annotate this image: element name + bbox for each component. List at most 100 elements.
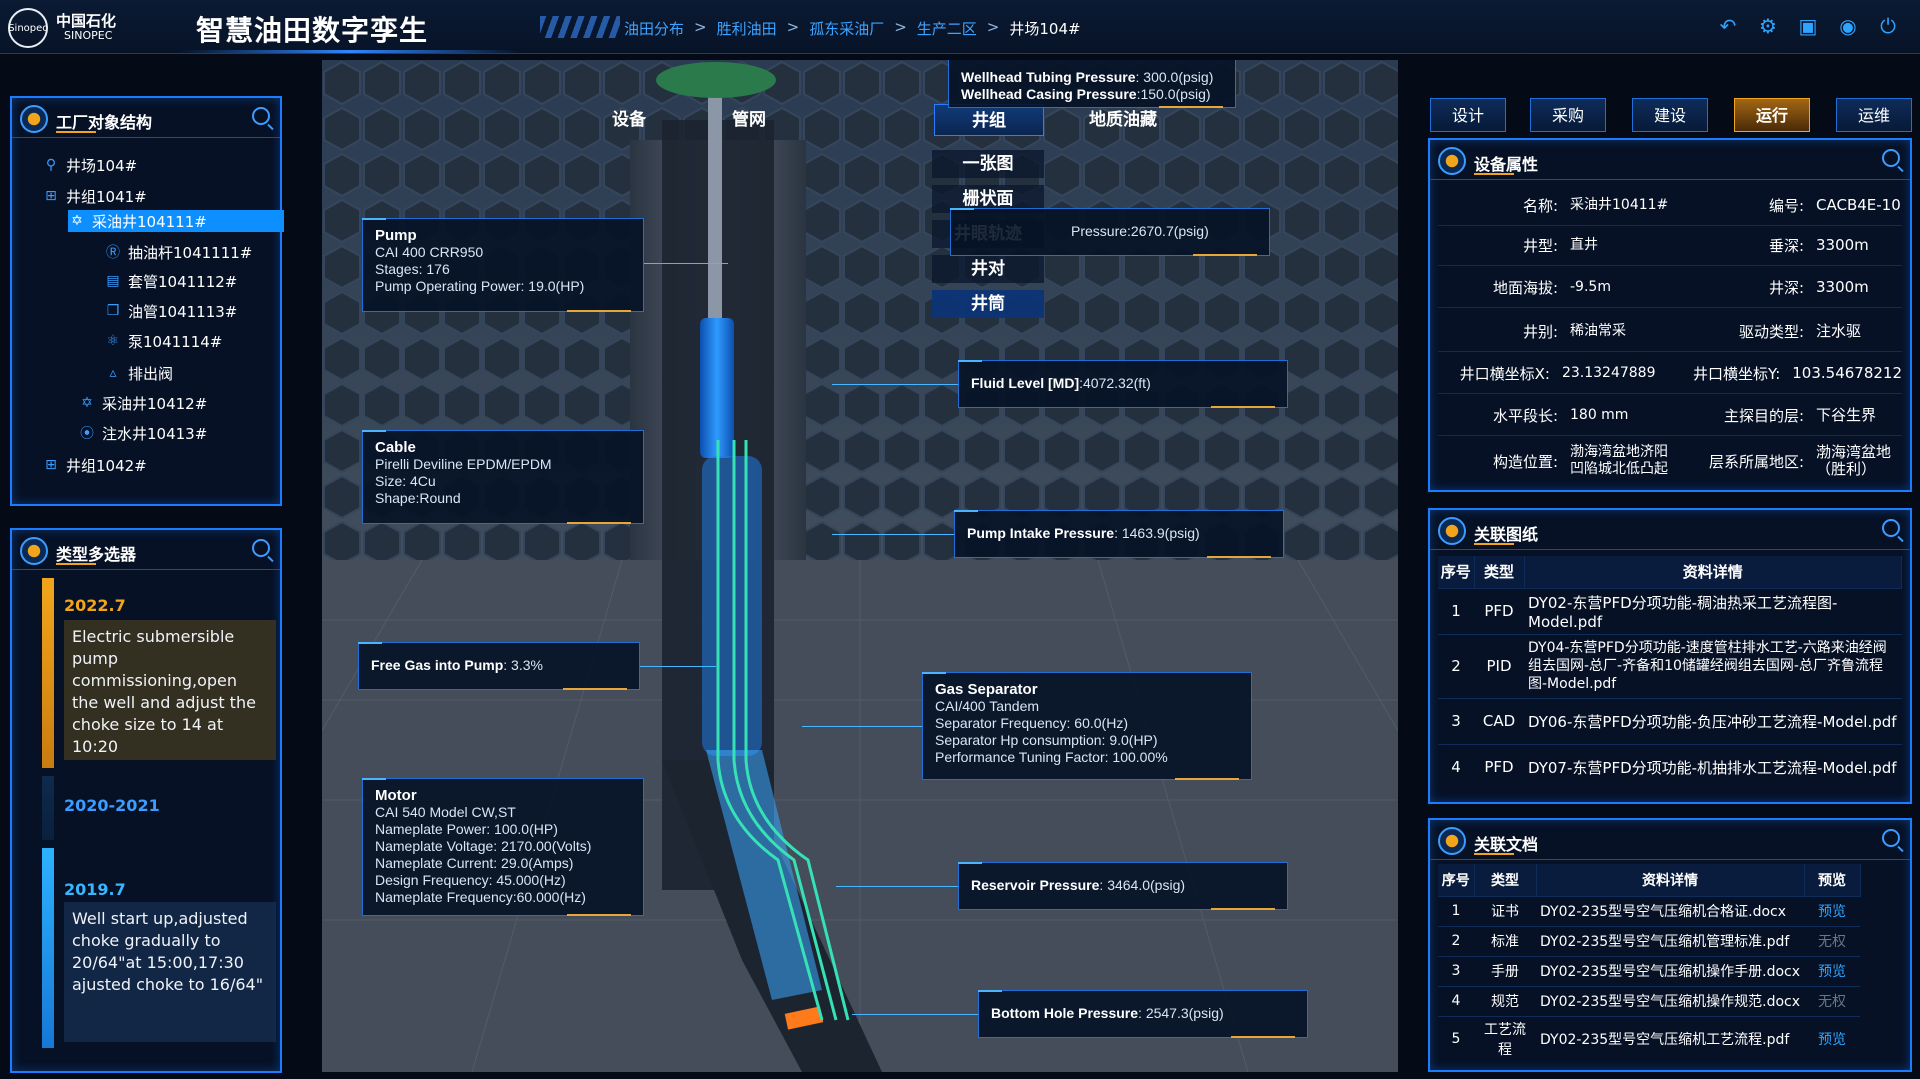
tab-operation[interactable]: 运行	[1734, 98, 1810, 132]
tab-pipeline[interactable]: 管网	[694, 104, 804, 136]
tab-design[interactable]: 设计	[1430, 98, 1506, 132]
callout-bottom-hole-pressure[interactable]: Bottom Hole Pressure: 2547.3(psig)	[978, 990, 1308, 1038]
callout-free-gas[interactable]: Free Gas into Pump: 3.3%	[358, 642, 640, 690]
back-arrow-icon[interactable]: ↶	[1716, 14, 1740, 38]
table-header-row: 序号 类型 资料详情	[1438, 556, 1902, 588]
tree-item-well[interactable]: ✡ 采油井10412#	[78, 392, 207, 414]
table-row[interactable]: 4 规范 DY02-235型号空气压缩机操作规范.docx 无权	[1438, 985, 1861, 1016]
tree-item-site[interactable]: ⚲ 井场104#	[42, 154, 137, 176]
breadcrumb-item[interactable]: 孤东采油厂	[809, 18, 884, 39]
cell-type: PFD	[1474, 743, 1524, 790]
cell-detail[interactable]: DY07-东营PFD分项功能-机抽排水工艺流程-Model.pdf	[1524, 743, 1902, 790]
tree-item-valve[interactable]: ▵ 排出阀	[104, 362, 173, 384]
value: : 3464.0(psig)	[1099, 877, 1186, 893]
title-accent	[56, 131, 96, 133]
timeline-event-card[interactable]: Well start up,adjusted choke gradually t…	[64, 902, 276, 1042]
logo-en: SINOPEC	[64, 29, 113, 42]
search-badge-icon	[1438, 517, 1466, 545]
table-row[interactable]: 5 工艺流程 DY02-235型号空气压缩机工艺流程.pdf 预览	[1438, 1015, 1861, 1061]
title-accent	[1474, 173, 1514, 175]
callout-line: Nameplate Current: 29.0(Amps)	[375, 855, 574, 871]
callout-discharge-pressure[interactable]: Pressure:2670.7(psig)	[950, 208, 1270, 256]
label: Wellhead Casing Pressure	[961, 86, 1137, 102]
table-row[interactable]: 2 PID DY04-东营PFD分项功能-速度管柱排水工艺-六路来油经阀组去国网…	[1438, 633, 1902, 698]
power-icon[interactable]: ⏻	[1876, 14, 1900, 38]
tab-equipment[interactable]: 设备	[574, 104, 684, 136]
column-header: 序号	[1438, 556, 1475, 588]
preview-link[interactable]: 预览	[1804, 895, 1861, 926]
cell-detail[interactable]: DY04-东营PFD分项功能-速度管柱排水工艺-六路来油经阀组去国网-总厂-齐备…	[1524, 633, 1902, 698]
tab-procurement[interactable]: 采购	[1530, 98, 1606, 132]
tree-item-injection-well[interactable]: ⦿ 注水井10413#	[78, 422, 207, 444]
tree-item-tubing[interactable]: ❒ 油管1041113#	[104, 300, 238, 322]
column-header: 资料详情	[1536, 864, 1805, 896]
user-icon[interactable]: ◉	[1836, 14, 1860, 38]
table-row[interactable]: 2 标准 DY02-235型号空气压缩机管理标准.pdf 无权	[1438, 925, 1861, 956]
callout-pump-intake[interactable]: Pump Intake Pressure: 1463.9(psig)	[954, 510, 1284, 558]
callout-cable[interactable]: Cable Pirelli Deviline EPDM/EPDM Size: 4…	[362, 430, 644, 524]
tree-item-group[interactable]: ⊞ 井组1042#	[42, 454, 147, 476]
callout-motor[interactable]: Motor CAI 540 Model CW,ST Nameplate Powe…	[362, 778, 644, 916]
table-row[interactable]: 4 PFD DY07-东营PFD分项功能-机抽排水工艺流程-Model.pdf	[1438, 743, 1902, 790]
title-accent	[56, 563, 96, 565]
tree-item-pump[interactable]: ⚛ 泵1041114#	[104, 330, 223, 352]
search-icon[interactable]	[252, 107, 270, 125]
prop-value: 3300m	[1816, 236, 1869, 254]
table-row[interactable]: 1 PFD DY02-东营PFD分项功能-稠油热采工艺流程图-Model.pdf	[1438, 587, 1902, 634]
submenu-wellbore[interactable]: 井筒	[932, 290, 1044, 318]
cell-no: 1	[1438, 587, 1474, 634]
tree-item-label: 油管1041113#	[128, 302, 238, 321]
callout-pump[interactable]: Pump CAI 400 CRR950 Stages: 176 Pump Ope…	[362, 218, 644, 312]
table-row[interactable]: 3 手册 DY02-235型号空气压缩机操作手册.docx 预览	[1438, 955, 1861, 986]
timeline-event-card[interactable]: Electric submersible pump commissioning,…	[64, 620, 276, 760]
tab-maintenance[interactable]: 运维	[1836, 98, 1912, 132]
tab-construction[interactable]: 建设	[1632, 98, 1708, 132]
callout-reservoir-pressure[interactable]: Reservoir Pressure: 3464.0(psig)	[958, 862, 1288, 910]
cell-detail[interactable]: DY02-235型号空气压缩机操作规范.docx	[1536, 985, 1805, 1016]
preview-link[interactable]: 预览	[1804, 955, 1861, 986]
table-row[interactable]: 1 证书 DY02-235型号空气压缩机合格证.docx 预览	[1438, 895, 1861, 926]
submenu-map[interactable]: 一张图	[932, 150, 1044, 178]
submenu-well-pair[interactable]: 井对	[932, 255, 1044, 283]
callout-fluid-level[interactable]: Fluid Level [MD]:4072.32(ft)	[958, 360, 1288, 408]
property-row: 名称: 采油井10411# 编号: CACB4E-10	[1438, 186, 1902, 226]
tree-item-rod[interactable]: Ⓡ 抽油杆1041111#	[104, 241, 252, 263]
timeline-year[interactable]: 2019.7	[64, 880, 126, 899]
documents-table: 序号 类型 资料详情 预览 1 证书 DY02-235型号空气压缩机合格证.do…	[1438, 864, 1861, 1061]
search-icon[interactable]	[1882, 149, 1900, 167]
timeline-year[interactable]: 2020-2021	[64, 796, 160, 815]
related-documents-panel: 关联文档 序号 类型 资料详情 预览 1 证书 DY02-235型号空气压缩机合…	[1428, 818, 1912, 1072]
cell-no: 3	[1438, 697, 1474, 744]
search-icon[interactable]	[252, 539, 270, 557]
app-header: Sinopec 中国石化 SINOPEC 智慧油田数字孪生 油田分布 > 胜利油田…	[0, 0, 1920, 54]
timeline-year[interactable]: 2022.7	[64, 596, 126, 615]
tree-item-well-selected[interactable]: ✡ 采油井104111#	[68, 210, 284, 232]
preview-link[interactable]: 预览	[1804, 1015, 1861, 1061]
rod-icon: Ⓡ	[106, 245, 120, 261]
cell-detail[interactable]: DY02-东营PFD分项功能-稠油热采工艺流程图-Model.pdf	[1524, 587, 1902, 634]
valve-icon: ▵	[109, 365, 117, 381]
breadcrumb-item[interactable]: 油田分布	[624, 18, 684, 39]
tree-item-group[interactable]: ⊞ 井组1041#	[42, 185, 147, 207]
breadcrumb-item[interactable]: 生产二区	[917, 18, 977, 39]
callout-wellhead[interactable]: Wellhead Tubing Pressure: 300.0(psig) We…	[948, 60, 1236, 108]
callout-line: Nameplate Frequency:60.000(Hz)	[375, 889, 586, 905]
tab-well-group[interactable]: 井组	[934, 104, 1044, 136]
tree-item-casing[interactable]: ▤ 套管1041112#	[104, 270, 237, 292]
cell-detail[interactable]: DY02-235型号空气压缩机合格证.docx	[1536, 895, 1805, 926]
cell-type: 证书	[1474, 895, 1536, 926]
tab-geology[interactable]: 地质油藏	[1058, 104, 1188, 136]
label: Pump Intake Pressure	[967, 525, 1115, 541]
table-row[interactable]: 3 CAD DY06-东营PFD分项功能-负压冲砂工艺流程-Model.pdf	[1438, 697, 1902, 744]
callout-gas-separator[interactable]: Gas Separator CAI/400 Tandem Separator F…	[922, 672, 1252, 780]
breadcrumb-item[interactable]: 胜利油田	[717, 18, 777, 39]
search-icon[interactable]	[1882, 829, 1900, 847]
cell-detail[interactable]: DY06-东营PFD分项功能-负压冲砂工艺流程-Model.pdf	[1524, 697, 1902, 744]
search-icon[interactable]	[1882, 519, 1900, 537]
shirt-icon[interactable]: ▣	[1796, 14, 1820, 38]
cell-detail[interactable]: DY02-235型号空气压缩机工艺流程.pdf	[1536, 1015, 1805, 1061]
3d-viewport[interactable]: 设备 管网 井组 地质油藏 一张图 栅状面 井眼轨迹 井对 井筒 Wellhea…	[322, 60, 1398, 1072]
gear-icon[interactable]: ⚙	[1756, 14, 1780, 38]
cell-detail[interactable]: DY02-235型号空气压缩机操作手册.docx	[1536, 955, 1805, 986]
cell-detail[interactable]: DY02-235型号空气压缩机管理标准.pdf	[1536, 925, 1805, 956]
